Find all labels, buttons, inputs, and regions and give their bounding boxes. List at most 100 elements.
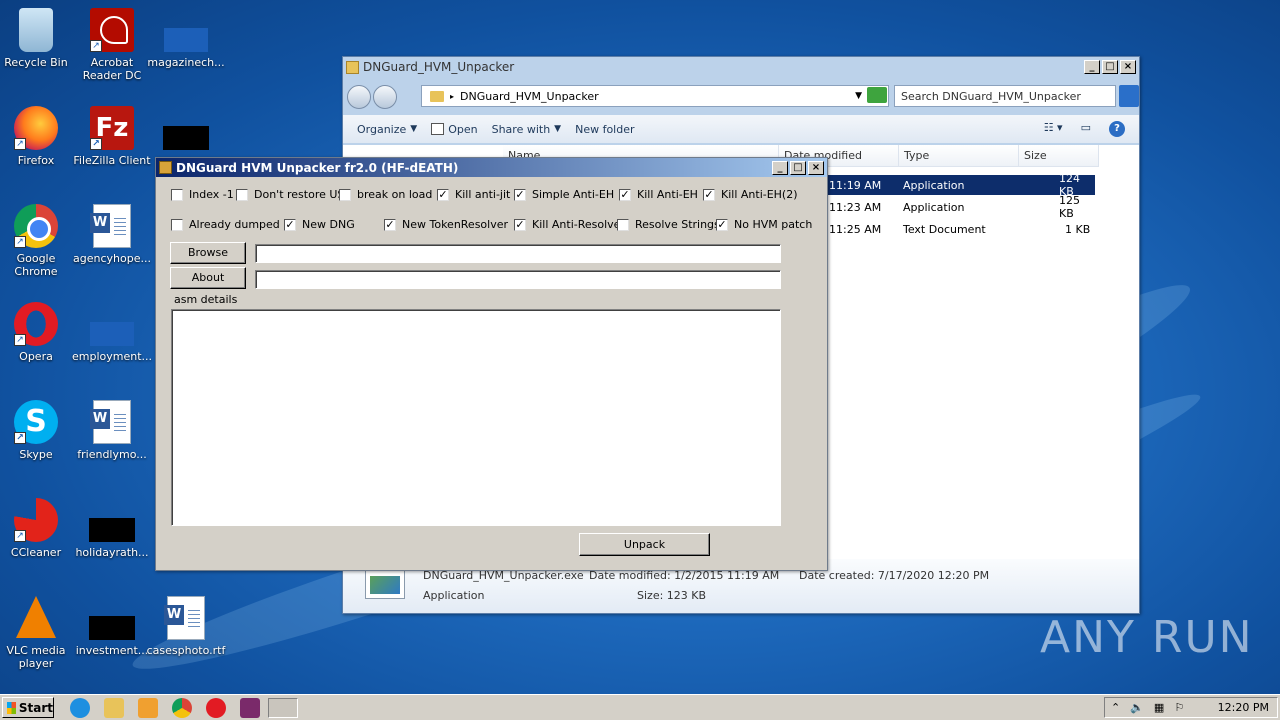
file-explorer-icon[interactable]	[104, 698, 124, 718]
maximize-button[interactable]: □	[790, 160, 806, 175]
checkbox-break-on-load[interactable]: break on load	[339, 188, 432, 201]
desktop-icon-holidayrath[interactable]: holidayrath...	[72, 498, 152, 559]
desktop-icon-filezilla[interactable]: Fz ↗ FileZilla Client	[72, 106, 152, 167]
action-center-flag-icon[interactable]: ⚐	[1174, 701, 1184, 714]
anyrun-watermark: ANY RUN	[1040, 612, 1254, 663]
back-button[interactable]	[347, 85, 371, 109]
open-button[interactable]: Open	[431, 123, 478, 136]
desktop-icon-casesphoto[interactable]: casesphoto.rtf	[146, 596, 226, 657]
address-text: DNGuard_HVM_Unpacker	[460, 89, 599, 103]
desktop-icon-chrome[interactable]: ↗ Google Chrome	[0, 204, 76, 278]
maximize-button[interactable]: □	[1102, 60, 1118, 74]
checkbox-kill-anti-jit[interactable]: ✓ Kill anti-jit	[437, 188, 510, 201]
column-type[interactable]: Type	[899, 145, 1019, 167]
file-row-type: Application	[903, 200, 965, 214]
organize-button[interactable]: Organize ▼	[357, 123, 417, 136]
forward-button[interactable]	[373, 85, 397, 109]
checkbox-resolve-strings[interactable]: Resolve Strings	[617, 218, 720, 231]
dnguard-taskbar-button[interactable]	[268, 698, 298, 718]
desktop-icon-employment[interactable]: employment...	[72, 302, 152, 363]
checkbox-dont-restore-us[interactable]: Don't restore US	[236, 188, 344, 201]
desktop-icon-blackfile-1[interactable]	[146, 106, 226, 154]
checkbox-simple-anti-eh[interactable]: ✓ Simple Anti-EH	[514, 188, 614, 201]
about-info-field[interactable]	[255, 270, 781, 289]
checkbox-box	[171, 188, 183, 201]
internet-explorer-icon[interactable]	[70, 698, 90, 718]
winrar-icon[interactable]	[240, 698, 260, 718]
minimize-button[interactable]: _	[772, 160, 788, 175]
desktop-icon-ccleaner[interactable]: ↗ CCleaner	[0, 498, 76, 559]
desktop-icon-skype[interactable]: S ↗ Skype	[0, 400, 76, 461]
column-size[interactable]: Size	[1019, 145, 1099, 167]
clock[interactable]: 12:20 PM	[1218, 701, 1269, 714]
chevron-down-icon[interactable]: ▼	[855, 91, 862, 101]
checkbox-kill-anti-eh-2[interactable]: ✓ Kill Anti-EH(2)	[703, 188, 798, 201]
browse-button[interactable]: Browse	[170, 242, 246, 264]
preview-pane-icon[interactable]: ▭	[1081, 121, 1091, 137]
share-with-button[interactable]: Share with ▼	[492, 123, 562, 136]
file-row-time: 11:25 AM	[829, 222, 882, 236]
checkbox-no-hvm-patch[interactable]: ✓ No HVM patch	[716, 218, 812, 231]
opera-icon[interactable]	[206, 698, 226, 718]
close-button[interactable]: ×	[808, 160, 824, 175]
help-icon[interactable]: ?	[1109, 121, 1125, 137]
start-button[interactable]: Start	[2, 697, 54, 718]
application-icon	[365, 569, 405, 599]
desktop-icon-label: employment...	[72, 350, 153, 363]
desktop-icon-label: casesphoto.rtf	[146, 644, 226, 657]
refresh-icon[interactable]	[867, 87, 887, 103]
desktop-icon-label: Skype	[19, 448, 53, 461]
desktop-icon-opera[interactable]: ↗ Opera	[0, 302, 76, 363]
desktop-icon-investment[interactable]: investment...	[72, 596, 152, 657]
explorer-titlebar[interactable]: DNGuard_HVM_Unpacker _ □ ×	[343, 57, 1139, 77]
search-icon[interactable]	[1119, 85, 1139, 107]
show-hidden-icons-icon[interactable]: ⌃	[1111, 701, 1120, 714]
network-icon[interactable]: ▦	[1154, 701, 1164, 714]
address-bar[interactable]: ▸ DNGuard_HVM_Unpacker ▼	[421, 85, 889, 107]
checkbox-kill-anti-eh[interactable]: ✓ Kill Anti-EH	[619, 188, 698, 201]
checkmark-icon: ✓	[514, 217, 526, 231]
details-kind: Application	[423, 589, 485, 602]
asm-details-textarea[interactable]	[171, 309, 781, 526]
checkbox-label: New DNG	[302, 218, 355, 231]
search-input[interactable]: Search DNGuard_HVM_Unpacker	[894, 85, 1116, 107]
desktop-icon-magazine[interactable]: magazinech...	[146, 8, 226, 69]
dnguard-window[interactable]: DNGuard HVM Unpacker fr2.0 (HF-dEATH) _ …	[155, 157, 828, 571]
close-button[interactable]: ×	[1120, 60, 1136, 74]
vlc-icon	[16, 596, 56, 638]
desktop-icon-vlc[interactable]: VLC media player	[0, 596, 76, 670]
chrome-icon[interactable]	[172, 698, 192, 718]
desktop-icon-acrobat[interactable]: ↗ Acrobat Reader DC	[72, 8, 152, 82]
view-options-icon[interactable]: ☷ ▾	[1044, 121, 1063, 137]
desktop-icon-label: Acrobat Reader DC	[82, 56, 142, 82]
command-bar: Organize ▼ Open Share with ▼ New folder ☷ …	[343, 115, 1139, 143]
checkmark-icon: ✓	[619, 187, 631, 201]
file-icon	[89, 616, 135, 640]
checkbox-kill-anti-resolver[interactable]: ✓ Kill Anti-Resolver	[514, 218, 625, 231]
checkmark-icon: ✓	[716, 217, 728, 231]
checkmark-icon: ✓	[703, 187, 715, 201]
checkmark-icon: ✓	[384, 217, 396, 231]
file-row-size: 125 KB	[1059, 194, 1080, 220]
new-folder-button[interactable]: New folder	[575, 123, 634, 136]
shortcut-arrow-icon: ↗	[90, 40, 102, 52]
dnguard-titlebar[interactable]: DNGuard HVM Unpacker fr2.0 (HF-dEATH) _ …	[156, 158, 827, 177]
checkbox-already-dumped[interactable]: Already dumped	[171, 218, 280, 231]
media-player-icon[interactable]	[138, 698, 158, 718]
desktop-icon-firefox[interactable]: ↗ Firefox	[0, 106, 76, 167]
checkbox-new-dng[interactable]: ✓ New DNG	[284, 218, 355, 231]
browse-path-input[interactable]	[255, 244, 781, 263]
desktop-icon-agencyhope[interactable]: agencyhope...	[72, 204, 152, 265]
details-size: Size: 123 KB	[637, 589, 707, 602]
checkbox-new-tokenresolver[interactable]: ✓ New TokenResolver	[384, 218, 508, 231]
explorer-title: DNGuard_HVM_Unpacker	[363, 60, 515, 74]
volume-icon[interactable]: 🔈	[1130, 701, 1144, 714]
desktop-icon-recycle-bin[interactable]: Recycle Bin	[0, 8, 76, 69]
unpack-button[interactable]: Unpack	[579, 533, 710, 556]
open-icon	[431, 123, 445, 135]
checkbox-index-minus-1[interactable]: Index -1	[171, 188, 234, 201]
shortcut-arrow-icon: ↗	[14, 236, 26, 248]
minimize-button[interactable]: _	[1084, 60, 1100, 74]
about-button[interactable]: About	[170, 267, 246, 289]
desktop-icon-friendlymo[interactable]: friendlymo...	[72, 400, 152, 461]
